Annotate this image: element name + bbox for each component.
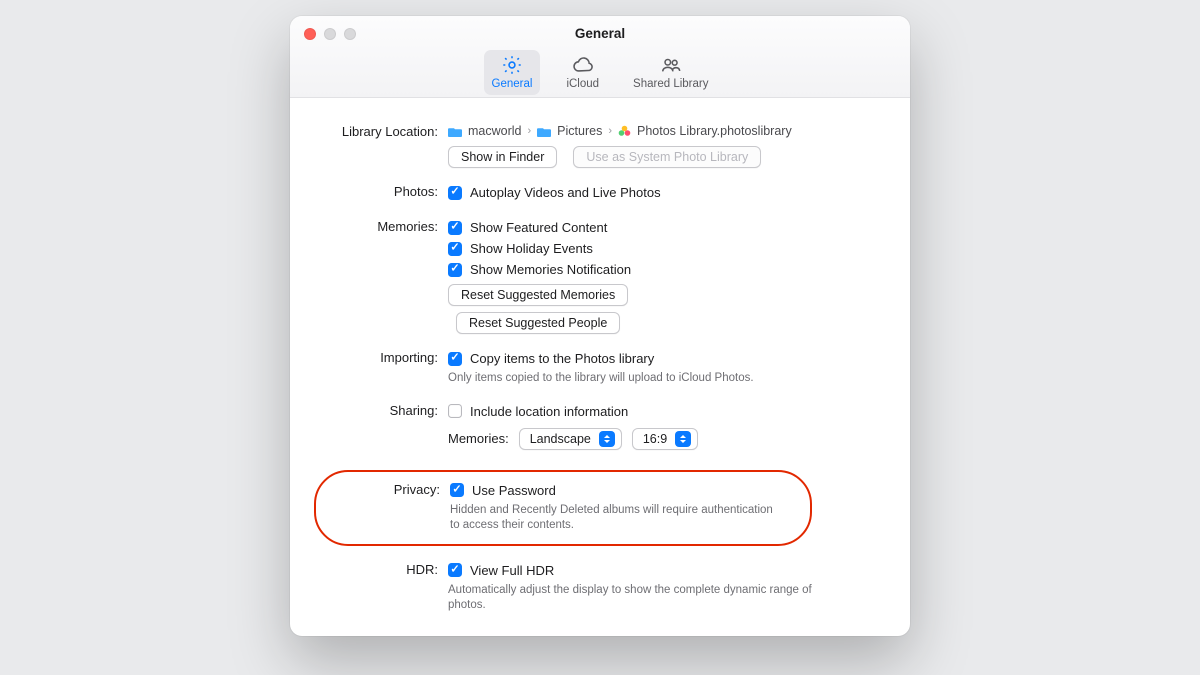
library-location-label: Library Location:: [320, 122, 448, 139]
checkbox-on-icon: [448, 263, 462, 277]
memories-label: Memories:: [320, 217, 448, 234]
notify-label: Show Memories Notification: [470, 262, 631, 277]
tab-general[interactable]: General: [484, 50, 541, 95]
checkbox-on-icon: [448, 242, 462, 256]
window-title: General: [290, 26, 910, 41]
general-pane: Library Location: macworld › Pictures ›: [290, 98, 910, 636]
include-location-checkbox[interactable]: Include location information: [448, 401, 880, 422]
use-as-system-library-button: Use as System Photo Library: [573, 146, 761, 168]
copy-label: Copy items to the Photos library: [470, 351, 654, 366]
view-full-hdr-checkbox[interactable]: View Full HDR: [448, 560, 880, 581]
hdr-label: HDR:: [320, 560, 448, 577]
show-in-finder-button[interactable]: Show in Finder: [448, 146, 557, 168]
tab-shared-library[interactable]: Shared Library: [625, 50, 716, 95]
checkbox-off-icon: [448, 404, 462, 418]
gear-icon: [501, 54, 523, 76]
reset-suggested-people-button[interactable]: Reset Suggested People: [456, 312, 620, 334]
chevron-right-icon: ›: [528, 125, 532, 137]
privacy-hint: Hidden and Recently Deleted albums will …: [450, 503, 784, 534]
checkbox-on-icon: [448, 563, 462, 577]
crumb-0: macworld: [468, 124, 522, 138]
featured-content-checkbox[interactable]: Show Featured Content: [448, 217, 880, 238]
library-path-breadcrumb[interactable]: macworld › Pictures › Photos Lib: [448, 122, 880, 140]
tab-icloud-label: iCloud: [566, 78, 599, 90]
photos-library-icon: [618, 125, 631, 138]
library-buttons: Show in Finder Use as System Photo Libra…: [448, 146, 880, 168]
importing-label: Importing:: [320, 348, 448, 365]
titlebar: General General iCloud: [290, 16, 910, 98]
sharing-memories-label: Memories:: [448, 431, 509, 446]
holiday-label: Show Holiday Events: [470, 241, 593, 256]
toolbar-tabs: General iCloud Shared Library: [290, 45, 910, 95]
privacy-label: Privacy:: [322, 480, 450, 497]
preferences-window: General General iCloud: [290, 16, 910, 636]
use-password-label: Use Password: [472, 483, 556, 498]
photos-label: Photos:: [320, 182, 448, 199]
crumb-2: Photos Library.photoslibrary: [637, 124, 792, 138]
aspect-value: 16:9: [643, 432, 667, 446]
chevron-right-icon: ›: [608, 125, 612, 137]
holiday-events-checkbox[interactable]: Show Holiday Events: [448, 238, 880, 259]
checkbox-on-icon: [448, 352, 462, 366]
folder-icon: [448, 126, 462, 137]
updown-arrows-icon: [675, 431, 691, 447]
checkbox-on-icon: [448, 221, 462, 235]
reset-suggested-memories-button[interactable]: Reset Suggested Memories: [448, 284, 628, 306]
updown-arrows-icon: [599, 431, 615, 447]
location-label: Include location information: [470, 404, 628, 419]
checkbox-on-icon: [450, 483, 464, 497]
close-window-icon[interactable]: [304, 28, 316, 40]
autoplay-label: Autoplay Videos and Live Photos: [470, 185, 661, 200]
hdr-hint: Automatically adjust the display to show…: [448, 583, 818, 614]
cloud-icon: [572, 54, 594, 76]
folder-icon: [537, 126, 551, 137]
crumb-1: Pictures: [557, 124, 602, 138]
importing-hint: Only items copied to the library will up…: [448, 371, 818, 387]
memories-notification-checkbox[interactable]: Show Memories Notification: [448, 259, 880, 280]
use-password-checkbox[interactable]: Use Password: [450, 480, 784, 501]
sharing-label: Sharing:: [320, 401, 448, 418]
traffic-lights: [304, 28, 356, 40]
copy-items-checkbox[interactable]: Copy items to the Photos library: [448, 348, 880, 369]
autoplay-checkbox-row[interactable]: Autoplay Videos and Live Photos: [448, 182, 880, 203]
checkbox-on-icon: [448, 186, 462, 200]
tab-icloud[interactable]: iCloud: [558, 50, 607, 95]
tab-shared-label: Shared Library: [633, 78, 708, 90]
people-icon: [660, 54, 682, 76]
tab-general-label: General: [492, 78, 533, 90]
aspect-select[interactable]: 16:9: [632, 428, 698, 450]
orientation-select[interactable]: Landscape: [519, 428, 622, 450]
minimize-window-icon[interactable]: [324, 28, 336, 40]
featured-label: Show Featured Content: [470, 220, 607, 235]
orientation-value: Landscape: [530, 432, 591, 446]
zoom-window-icon[interactable]: [344, 28, 356, 40]
privacy-highlight-frame: Privacy: Use Password Hidden and Recentl…: [314, 470, 812, 546]
hdr-view-label: View Full HDR: [470, 563, 554, 578]
